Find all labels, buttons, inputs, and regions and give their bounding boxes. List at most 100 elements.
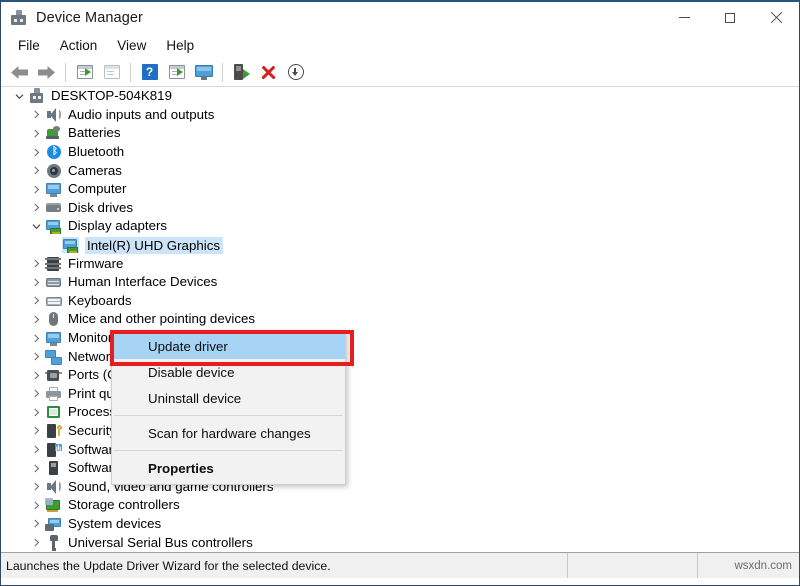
chevron-right-icon[interactable] [28,385,45,402]
chevron-right-icon[interactable] [28,422,45,439]
window-titlebar: Device Manager [1,2,799,33]
chevron-right-icon[interactable] [28,106,45,123]
context-menu-item-update-driver[interactable]: Update driver [112,333,345,359]
menu-action[interactable]: Action [50,35,108,57]
back-button[interactable] [6,60,33,85]
context-menu-item-properties[interactable]: Properties [112,455,345,481]
context-menu-item-uninstall-device[interactable]: Uninstall device [112,385,345,411]
menu-help[interactable]: Help [156,35,204,57]
toolbar-separator-1 [65,62,66,82]
properties-icon [103,65,120,79]
tree-label-keyboards: Keyboards [68,292,132,308]
battery-icon [45,125,62,141]
window-controls [661,2,799,33]
tree-row-keyboards[interactable]: Keyboards [1,292,799,311]
display-adapter-icon [45,218,62,235]
context-menu-item-disable-device[interactable]: Disable device [112,359,345,385]
tree-label-intel-uhd-graphics: Intel(R) UHD Graphics [85,236,223,254]
context-menu[interactable]: Update driver Disable device Uninstall d… [111,330,346,485]
tree-row-audio[interactable]: Audio inputs and outputs [1,106,799,125]
chevron-right-icon[interactable] [28,125,45,142]
chevron-right-icon[interactable] [28,441,45,458]
tree-row-computer[interactable]: Computer [1,180,799,199]
show-hide-console-tree-button[interactable] [71,60,98,85]
enable-device-button[interactable] [228,60,255,85]
tree-label-usb-controllers: Universal Serial Bus controllers [68,534,253,550]
uninstall-device-icon [261,65,276,80]
device-tree[interactable]: DESKTOP-504K819 Audio inputs and outputs… [1,87,799,553]
chevron-right-icon[interactable] [28,348,45,365]
minimize-button[interactable] [661,2,707,33]
tree-row-display-adapters[interactable]: Display adapters [1,217,799,236]
tree-row-cameras[interactable]: Cameras [1,161,799,180]
disable-device-button[interactable] [282,60,309,85]
tree-row-bluetooth[interactable]: ᛒ Bluetooth [1,143,799,162]
chevron-right-icon[interactable] [28,497,45,514]
tree-label-firmware: Firmware [68,255,124,271]
speaker-icon [45,479,62,495]
tree-row-intel-uhd-graphics[interactable]: Intel(R) UHD Graphics [1,236,799,255]
tree-label-mice: Mice and other pointing devices [68,311,256,327]
tree-row-system-devices[interactable]: System devices [1,515,799,534]
chevron-right-icon[interactable] [28,404,45,421]
help-button[interactable]: ? [136,60,163,85]
tree-row-batteries[interactable]: Batteries [1,124,799,143]
chevron-right-icon[interactable] [28,199,45,216]
tree-label-root: DESKTOP-504K819 [51,88,172,104]
chevron-right-icon[interactable] [28,367,45,384]
tree-label-display-adapters: Display adapters [68,218,168,234]
uninstall-device-button[interactable] [255,60,282,85]
chevron-right-icon[interactable] [28,460,45,477]
toolbar: ? [1,58,799,87]
chevron-right-icon[interactable] [28,292,45,309]
context-menu-separator-2 [114,450,343,451]
port-icon [45,367,62,383]
chevron-right-icon[interactable] [28,311,45,328]
minimize-icon [678,17,690,18]
tree-row-root[interactable]: DESKTOP-504K819 [1,87,799,106]
monitor-view-button[interactable] [190,60,217,85]
update-driver-button[interactable] [163,60,190,85]
chevron-right-icon[interactable] [28,330,45,347]
chevron-down-icon[interactable] [11,88,28,105]
help-icon: ? [141,64,158,80]
chevron-right-icon[interactable] [28,255,45,272]
device-manager-window: Device Manager File Action View Help ? D… [0,0,800,586]
tree-label-computer: Computer [68,181,127,197]
disable-device-icon [287,64,304,80]
context-menu-item-scan-hardware-changes[interactable]: Scan for hardware changes [112,420,345,446]
chevron-right-icon[interactable] [28,181,45,198]
tree-row-hid[interactable]: Human Interface Devices [1,273,799,292]
close-button[interactable] [753,2,799,33]
tree-row-storage-controllers[interactable]: Storage controllers [1,496,799,515]
menu-view[interactable]: View [107,35,156,57]
tree-row-firmware[interactable]: Firmware [1,254,799,273]
chevron-right-icon[interactable] [28,144,45,161]
network-adapter-icon [45,349,62,365]
usb-icon [45,534,62,551]
speaker-icon [45,107,62,123]
display-adapter-icon [62,237,79,254]
chevron-right-icon[interactable] [28,534,45,551]
chevron-right-icon[interactable] [28,515,45,532]
menu-file[interactable]: File [8,35,50,57]
watermark: wsxdn.com [734,559,792,572]
maximize-button[interactable] [707,2,753,33]
tree-row-usb-controllers[interactable]: Universal Serial Bus controllers [1,533,799,552]
back-arrow-icon [11,65,28,79]
chevron-right-icon[interactable] [28,478,45,495]
chevron-right-icon[interactable] [28,274,45,291]
chevron-down-icon[interactable] [28,218,45,235]
printer-icon [45,386,62,402]
tree-label-disk-drives: Disk drives [68,199,134,215]
forward-button[interactable] [33,60,60,85]
status-message: Launches the Update Driver Wizard for th… [6,558,331,573]
device-manager-icon [10,9,27,26]
system-device-icon [45,516,62,532]
status-separator-1 [567,553,568,578]
tree-label-storage-controllers: Storage controllers [68,497,180,513]
tree-row-disk-drives[interactable]: Disk drives [1,199,799,218]
chevron-right-icon[interactable] [28,162,45,179]
properties-button[interactable] [98,60,125,85]
tree-row-mice[interactable]: Mice and other pointing devices [1,310,799,329]
